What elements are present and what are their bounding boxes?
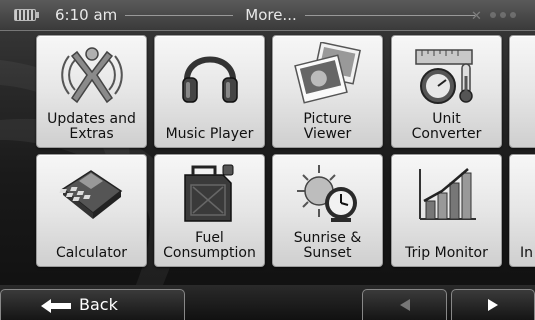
back-button-label: Back (79, 295, 118, 314)
updates-extras-tile[interactable]: Updates and Extras (36, 35, 147, 148)
sunrise-sunset-icon (296, 165, 357, 222)
fuel-consumption-tile[interactable]: Fuel Consumption (154, 154, 265, 267)
headphones-icon (181, 56, 238, 103)
updates-extras-icon (60, 47, 123, 104)
picture-viewer-tile[interactable]: Picture Viewer (272, 35, 383, 148)
trip-monitor-tile[interactable]: Trip Monitor (391, 154, 502, 267)
previous-page-button[interactable] (362, 289, 447, 320)
music-player-tile[interactable]: Music Player (154, 35, 265, 148)
tile-label: Sunrise & Sunset (293, 231, 362, 261)
partial-tile-row2[interactable]: In (509, 154, 535, 267)
trip-monitor-icon (418, 168, 476, 220)
more-menu-screen: 6:10 am More... ✕ Updates and Extras Mus… (0, 0, 535, 320)
battery-icon (14, 9, 39, 21)
tile-label: Trip Monitor (405, 246, 488, 261)
gps-signal-icon: ✕ (471, 9, 516, 24)
status-bar: 6:10 am More... ✕ (0, 0, 535, 31)
tile-label: Picture Viewer (303, 112, 352, 142)
title-divider-left (125, 15, 233, 16)
title-divider-right (305, 15, 475, 16)
tile-label: Fuel Consumption (163, 231, 256, 261)
tile-label: Calculator (55, 246, 128, 261)
back-button[interactable]: Back (0, 289, 185, 320)
next-page-button[interactable] (451, 289, 535, 320)
calculator-icon (58, 170, 122, 219)
back-arrow-icon (41, 299, 71, 313)
unit-converter-tile[interactable]: Unit Converter (391, 35, 502, 148)
tile-label: Music Player (165, 127, 254, 142)
tile-label: In (520, 246, 534, 261)
tile-label: Unit Converter (411, 112, 482, 142)
calculator-tile[interactable]: Calculator (36, 154, 147, 267)
right-triangle-icon (488, 299, 498, 311)
fuel-can-icon (183, 164, 233, 222)
left-triangle-icon (399, 299, 410, 311)
partial-tile-row1[interactable] (509, 35, 535, 148)
unit-converter-icon (414, 49, 473, 104)
clock-time: 6:10 am (55, 6, 118, 24)
sunrise-sunset-tile[interactable]: Sunrise & Sunset (272, 154, 383, 267)
screen-title: More... (245, 6, 297, 24)
svg-text:✕: ✕ (471, 9, 482, 24)
pictures-icon (293, 42, 361, 104)
tile-label: Updates and Extras (47, 112, 136, 142)
